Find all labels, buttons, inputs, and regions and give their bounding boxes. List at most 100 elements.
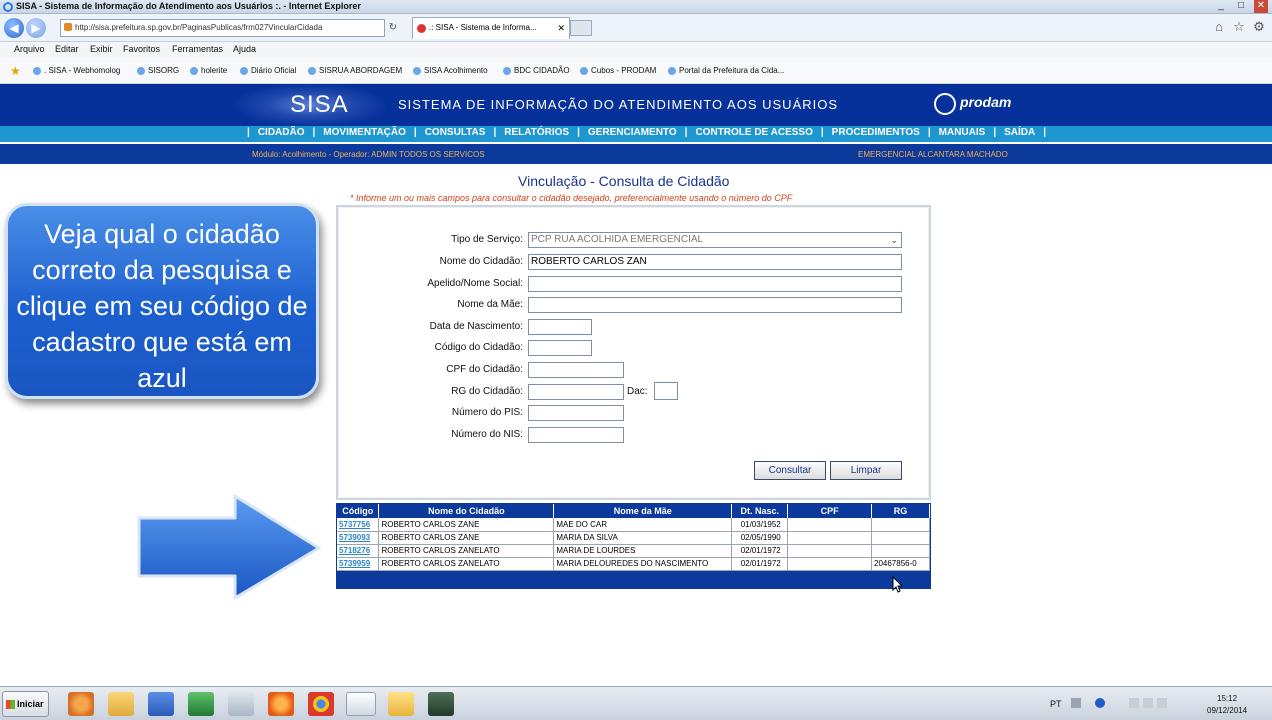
cell-nascimento: 02/01/1972 (731, 557, 789, 571)
cpf-input[interactable] (528, 362, 624, 378)
pis-label: Número do PIS: (451, 407, 523, 418)
cell-mae: MARIA DELOUREDES DO NASCIMENTO (553, 557, 733, 571)
nav-movimentacao[interactable]: MOVIMENTAÇÃO (323, 127, 406, 138)
nascimento-label: Data de Nascimento: (429, 321, 523, 332)
internet-explorer-icon[interactable] (346, 692, 376, 716)
help-icon[interactable] (1095, 698, 1105, 708)
start-button[interactable]: Iniciar (2, 691, 49, 717)
volume-icon[interactable] (1157, 698, 1167, 708)
citizen-code-link[interactable]: 5718276 (337, 544, 380, 558)
fav-sisrua[interactable]: SISRUA ABORDAGEM (308, 66, 402, 75)
col-nascimento[interactable]: Dt. Nasc. (731, 504, 789, 518)
mae-input[interactable] (528, 297, 902, 313)
search-form: Tipo de Serviço: PCP RUA ACOLHIDA EMERGE… (336, 205, 931, 500)
nav-saida[interactable]: SAÍDA (1004, 127, 1035, 138)
fav-bdc-cidadao[interactable]: BDC CIDADÃO (503, 66, 570, 75)
cell-mae: MARIA DA SILVA (553, 531, 733, 545)
citizen-code-link[interactable]: 5739093 (337, 531, 380, 545)
site-header: SISA SISTEMA DE INFORMAÇÃO DO ATENDIMENT… (0, 84, 1272, 126)
media-player-icon[interactable] (68, 692, 94, 716)
codigo-input[interactable] (528, 340, 592, 356)
calculator-icon[interactable] (228, 692, 254, 716)
tab-close-icon[interactable]: ✕ (557, 18, 565, 38)
col-mae[interactable]: Nome da Mãe (553, 504, 733, 518)
fav-sisorg[interactable]: SISORG (137, 66, 179, 75)
col-rg[interactable]: RG (871, 504, 930, 518)
new-tab-button[interactable] (570, 20, 592, 36)
cell-nome: ROBERTO CARLOS ZANE (378, 531, 555, 545)
col-nome[interactable]: Nome do Cidadão (378, 504, 555, 518)
maximize-button[interactable]: □ (1234, 0, 1248, 13)
flag-icon[interactable] (1129, 698, 1139, 708)
menu-favoritos[interactable]: Favoritos (123, 44, 160, 54)
codigo-label: Código do Cidadão: (434, 342, 523, 353)
table-row: 5739093 ROBERTO CARLOS ZANE MARIA DA SIL… (337, 531, 930, 545)
fav-cubos-prodam[interactable]: Cubos - PRODAM (580, 66, 656, 75)
keyboard-icon[interactable] (1071, 698, 1081, 708)
browser-tab[interactable]: .: SISA - Sistema de Informa... ✕ (412, 17, 570, 39)
citizen-code-link[interactable]: 5739959 (337, 557, 380, 571)
start-label: Iniciar (17, 699, 44, 709)
prodam-brand: prodam (960, 94, 1012, 110)
pis-input[interactable] (528, 405, 624, 421)
tab-title: .: SISA - Sistema de Informa... (429, 23, 537, 32)
chrome-icon[interactable] (308, 692, 334, 716)
rg-input[interactable] (528, 384, 624, 400)
word-icon[interactable] (148, 692, 174, 716)
folder-icon[interactable] (108, 692, 134, 716)
home-icon[interactable]: ⌂ (1212, 20, 1226, 34)
forward-icon[interactable]: ▶ (26, 18, 46, 38)
refresh-icon[interactable]: ↻ (386, 21, 400, 35)
address-bar[interactable]: http://sisa.prefeitura.sp.gov.br/Paginas… (60, 19, 385, 37)
minimize-button[interactable]: _ (1214, 0, 1228, 13)
favorites-star-icon[interactable]: ☆ (1232, 20, 1246, 34)
menu-exibir[interactable]: Exibir (90, 44, 113, 54)
close-button[interactable]: ✕ (1254, 0, 1268, 13)
menu-bar: Arquivo Editar Exibir Favoritos Ferramen… (0, 42, 1272, 58)
tools-gear-icon[interactable]: ⚙ (1252, 20, 1266, 34)
network-icon[interactable] (1143, 698, 1153, 708)
nome-input[interactable]: ROBERTO CARLOS ZAN (528, 254, 902, 270)
nis-input[interactable] (528, 427, 624, 443)
menu-ajuda[interactable]: Ajuda (233, 44, 256, 54)
nascimento-input[interactable] (528, 319, 592, 335)
firefox-icon[interactable] (268, 692, 294, 716)
nav-controle-acesso[interactable]: CONTROLE DE ACESSO (695, 127, 812, 138)
favorites-star-icon[interactable]: ★ (10, 64, 21, 78)
nav-manuais[interactable]: MANUAIS (939, 127, 986, 138)
fav-sisa-acolhimento[interactable]: SISA Acolhimento (413, 66, 488, 75)
cell-rg (871, 518, 930, 532)
tipo-servico-label: Tipo de Serviço: (451, 234, 523, 245)
fav-diario-oficial[interactable]: Diário Oficial (240, 66, 296, 75)
menu-ferramentas[interactable]: Ferramentas (172, 44, 223, 54)
col-cpf[interactable]: CPF (787, 504, 872, 518)
dac-input[interactable] (654, 382, 678, 400)
fav-portal-prefeitura[interactable]: Portal da Prefeitura da Cida... (668, 66, 784, 75)
clock-date[interactable]: 09/12/2014 (1207, 706, 1247, 715)
nav-procedimentos[interactable]: PROCEDIMENTOS (832, 127, 920, 138)
windows-flag-icon (6, 700, 15, 709)
limpar-button[interactable]: Limpar (830, 461, 902, 480)
apelido-input[interactable] (528, 276, 902, 292)
back-icon[interactable]: ◀ (4, 18, 24, 38)
taskbar: Iniciar PT 15:12 09/12/2014 (0, 686, 1272, 720)
fav-holerite[interactable]: holerite (190, 66, 227, 75)
citizen-code-link[interactable]: 5737756 (337, 518, 380, 532)
menu-arquivo[interactable]: Arquivo (14, 44, 45, 54)
consultar-button[interactable]: Consultar (754, 461, 826, 480)
clock-time[interactable]: 15:12 (1217, 694, 1237, 703)
cell-nome: ROBERTO CARLOS ZANELATO (378, 544, 555, 558)
tipo-servico-select[interactable]: PCP RUA ACOLHIDA EMERGENCIAL ⌄ (528, 232, 902, 248)
outlook-icon[interactable] (388, 692, 414, 716)
app-icon[interactable] (428, 692, 454, 716)
nav-cidadao[interactable]: CIDADÃO (258, 127, 305, 138)
nav-consultas[interactable]: CONSULTAS (425, 127, 486, 138)
excel-icon[interactable] (188, 692, 214, 716)
language-indicator[interactable]: PT (1050, 699, 1062, 709)
fav-sisa-webhomolog[interactable]: . SISA - Webhomolog (33, 66, 120, 75)
nav-relatorios[interactable]: RELATÓRIOS (504, 127, 569, 138)
col-codigo[interactable]: Código (337, 504, 380, 518)
cell-nascimento: 02/01/1972 (731, 544, 789, 558)
menu-editar[interactable]: Editar (55, 44, 79, 54)
nav-gerenciamento[interactable]: GERENCIAMENTO (588, 127, 677, 138)
